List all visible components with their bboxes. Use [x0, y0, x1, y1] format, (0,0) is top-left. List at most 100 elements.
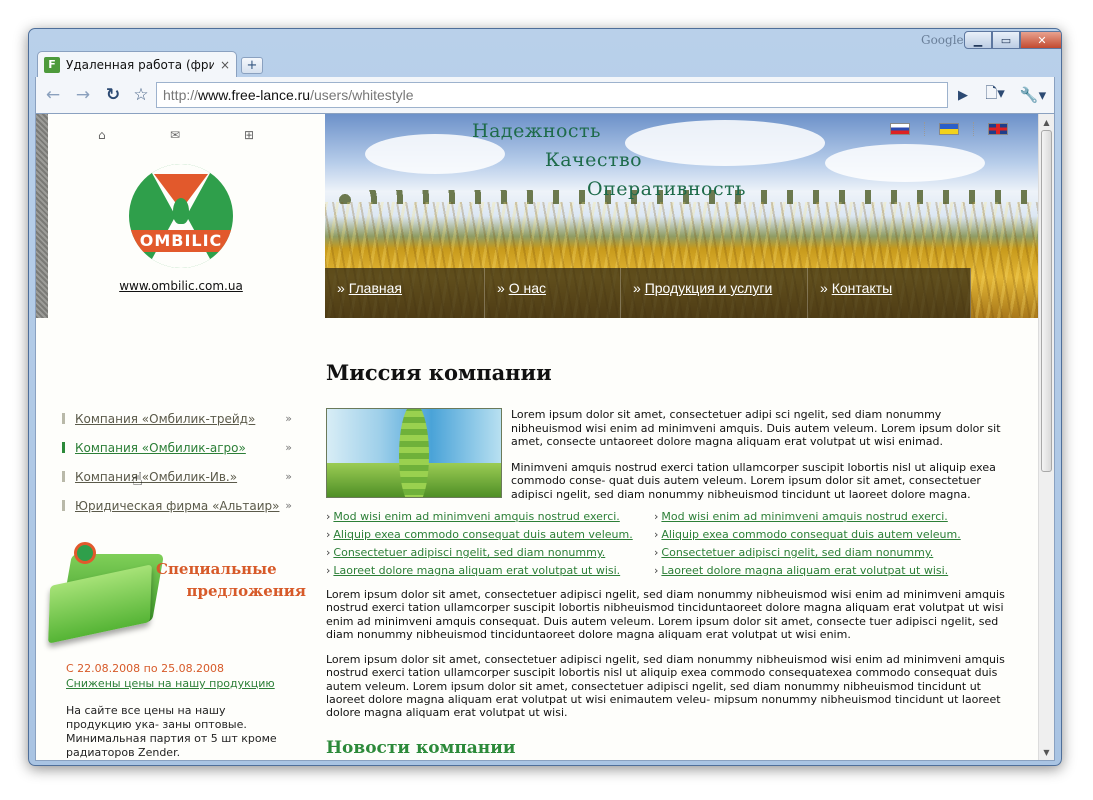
- menu-arrow-icon: »: [285, 441, 292, 454]
- nav-about-label: О нас: [508, 280, 546, 296]
- menu-item-iv[interactable]: Компания «Омбилик-Ив.» »: [62, 462, 292, 491]
- tab-freelance[interactable]: F Удаленная работа (фри... ×: [37, 51, 237, 77]
- special-line-2: предложения: [186, 582, 306, 600]
- site-url-link[interactable]: www.ombilic.com.ua: [36, 279, 326, 293]
- link-text: Consectetuer adipisci ngelit, sed diam n…: [333, 546, 606, 559]
- special-line-1: Специальные: [156, 560, 277, 578]
- logo-sprout-icon: [173, 198, 189, 224]
- link-text: Laoreet dolore magna aliquam erat volutp…: [661, 564, 949, 577]
- link-bullet-icon: ›: [654, 528, 659, 541]
- folder-icon[interactable]: [44, 542, 164, 644]
- side-menu: Компания «Омбилик-трейд» » Компания «Омб…: [62, 404, 292, 520]
- menu-item-label: Юридическая фирма «Альтаир»: [75, 498, 280, 513]
- scroll-thumb[interactable]: [1041, 130, 1052, 472]
- menu-item-label: Компания «Омбилик-трейд»: [75, 411, 256, 426]
- scroll-down-icon[interactable]: ▼: [1039, 744, 1054, 760]
- browser-window: Google ▁ ▭ ✕ F Удаленная работа (фри... …: [28, 28, 1062, 766]
- close-button[interactable]: ✕: [1020, 31, 1061, 49]
- link-bullet-icon: ›: [654, 546, 659, 559]
- menu-item-label: Компания «Омбилик-Ив.»: [75, 469, 238, 484]
- url-scheme: http://: [163, 87, 199, 103]
- cloud: [625, 120, 825, 166]
- page-viewport: ⌂ ✉ ⊞ OMBILIC www.ombilic.com.ua Компани…: [35, 113, 1055, 761]
- tab-title: Удаленная работа (фри...: [66, 57, 214, 72]
- menu-bullet: [62, 500, 65, 511]
- scroll-up-icon[interactable]: ▲: [1039, 114, 1054, 130]
- logo-text: OMBILIC: [129, 230, 233, 252]
- nav-contacts-label: Контакты: [831, 280, 893, 296]
- forward-arrow-icon[interactable]: →: [70, 82, 96, 108]
- reload-icon[interactable]: ↻: [100, 82, 126, 108]
- tab-bar: F Удаленная работа (фри... × +: [37, 51, 263, 77]
- folder-front: [48, 564, 152, 644]
- menu-item-agro[interactable]: Компания «Омбилик-агро» »: [62, 433, 292, 462]
- nav-contacts[interactable]: » Контакты: [808, 268, 971, 318]
- window-controls: ▁ ▭ ✕: [964, 31, 1061, 49]
- mail-icon[interactable]: ✉: [170, 128, 180, 142]
- sitemap-icon[interactable]: ⊞: [244, 128, 254, 142]
- link-text: Mod wisi enim ad minimveni amquis nostru…: [333, 510, 620, 523]
- list-item[interactable]: › Laoreet dolore magna aliquam erat volut…: [654, 564, 984, 582]
- link-bullet-icon: ›: [326, 564, 331, 577]
- nav-products[interactable]: » Продукция и услуги: [621, 268, 808, 318]
- promo-link[interactable]: Снижены цены на нашу продукцию: [66, 677, 275, 690]
- tab-close-icon[interactable]: ×: [220, 58, 230, 72]
- news-title: Новости компании: [326, 738, 516, 758]
- page-title: Миссия компании: [326, 360, 552, 385]
- address-bar[interactable]: http://www.free-lance.ru/users/whitestyl…: [156, 82, 948, 108]
- wrench-icon[interactable]: 🔧▾: [1016, 82, 1050, 108]
- menu-arrow-icon: »: [285, 470, 292, 483]
- intro-text: Lorem ipsum dolor sit amet, consectetuer…: [511, 408, 1006, 513]
- link-bullet-icon: ›: [654, 564, 659, 577]
- nav-home[interactable]: » Главная: [325, 268, 485, 318]
- list-item[interactable]: › Mod wisi enim ad minimveni amquis nostr…: [654, 510, 984, 528]
- home-icon[interactable]: ⌂: [98, 128, 106, 142]
- separator: [973, 122, 974, 136]
- vertical-scrollbar[interactable]: ▲ ▼: [1038, 114, 1054, 760]
- menu-item-trade[interactable]: Компания «Омбилик-трейд» »: [62, 404, 292, 433]
- menu-item-label: Компания «Омбилик-агро»: [75, 440, 246, 455]
- company-logo[interactable]: OMBILIC: [129, 164, 233, 268]
- special-offers-heading[interactable]: Специальные предложения: [156, 558, 306, 602]
- list-item[interactable]: › Laoreet dolore magna aliquam erat volut…: [326, 564, 656, 582]
- list-item[interactable]: › Consectetuer adipisci ngelit, sed diam …: [654, 546, 984, 564]
- go-arrow-icon[interactable]: ▶: [952, 88, 974, 103]
- links-left: › Mod wisi enim ad minimveni amquis nostr…: [326, 510, 656, 582]
- list-item[interactable]: › Consectetuer adipisci ngelit, sed diam …: [326, 546, 656, 564]
- link-text: Laoreet dolore magna aliquam erat volutp…: [333, 564, 621, 577]
- header-banner: Надежность Качество Оперативность » Глав…: [325, 114, 1038, 318]
- back-arrow-icon[interactable]: ←: [40, 82, 66, 108]
- wheat-photo: [326, 408, 502, 498]
- menu-item-altair[interactable]: Юридическая фирма «Альтаир» »: [62, 491, 292, 520]
- url-domain: www.free-lance.ru: [198, 87, 311, 103]
- flag-ua-icon[interactable]: [939, 123, 959, 135]
- menu-arrow-icon: »: [285, 412, 292, 425]
- body-paragraph-2: Lorem ipsum dolor sit amet, consectetuer…: [326, 653, 1005, 720]
- minimize-button[interactable]: ▁: [964, 31, 992, 49]
- main-nav: » Главная » О нас » Продукция и услуги »…: [325, 268, 971, 318]
- links-right: › Mod wisi enim ad minimveni amquis nostr…: [654, 510, 984, 582]
- language-switcher: [890, 122, 1008, 136]
- nav-home-label: Главная: [348, 280, 402, 296]
- link-bullet-icon: ›: [326, 528, 331, 541]
- slogan-quality: Качество: [545, 149, 643, 171]
- star-icon[interactable]: ☆: [130, 82, 152, 108]
- page-icon[interactable]: 🗋▾: [978, 82, 1012, 108]
- nav-products-label: Продукция и услуги: [644, 280, 773, 296]
- link-text: Mod wisi enim ad minimveni amquis nostru…: [661, 510, 948, 523]
- menu-arrow-icon: »: [285, 499, 292, 512]
- list-item[interactable]: › Aliquip exea commodo consequat duis aut…: [326, 528, 656, 546]
- nav-about[interactable]: » О нас: [485, 268, 621, 318]
- separator: [924, 122, 925, 136]
- flag-ru-icon[interactable]: [890, 123, 910, 135]
- url-path: /users/whitestyle: [310, 87, 414, 103]
- list-item[interactable]: › Aliquip exea commodo consequat duis aut…: [654, 528, 984, 546]
- link-bullet-icon: ›: [654, 510, 659, 523]
- link-bullet-icon: ›: [326, 546, 331, 559]
- brand-label: Google: [921, 33, 964, 47]
- flag-gb-icon[interactable]: [988, 123, 1008, 135]
- maximize-button[interactable]: ▭: [992, 31, 1020, 49]
- link-text: Aliquip exea commodo consequat duis aute…: [661, 528, 961, 541]
- new-tab-button[interactable]: +: [241, 57, 263, 74]
- list-item[interactable]: › Mod wisi enim ad minimveni amquis nostr…: [326, 510, 656, 528]
